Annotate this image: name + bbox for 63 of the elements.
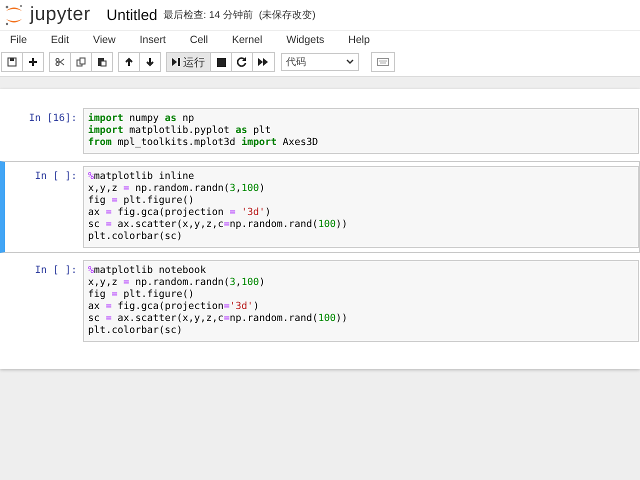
code-cell[interactable]: In [16]: import numpy as np import matplotlib.pyplot as plt from mpl_toolkits.mplot3d import Axes3D [0,103,640,159]
floppy-icon [7,57,17,67]
cell-type-dropdown[interactable]: 代码 [281,53,359,71]
chevron-icon [346,59,354,65]
checkpoint-text: 最后检查: 14 分钟前 [163,8,253,22]
plus-button[interactable] [22,52,44,72]
cell-prompt: In [16]: [28,112,78,124]
menu-item[interactable]: Insert [140,34,180,46]
code-cell[interactable]: In [ ]: %matplotlib notebook x,y,z = np.random.randn(3,100) fig = plt.figure() ax = fig.gca(projection='3d') sc = ax.scatter(x,y,z,c=np.random.rand(100)) plt.colorbar(sc) [0,255,640,347]
logo-text[interactable]: jupyter [30,4,91,26]
forward-button[interactable] [252,52,275,72]
cell-prompt: In [ ]: [34,264,78,276]
code-line: x,y,z = np.random.randn(3,100) [88,183,266,195]
code-input[interactable]: import numpy as np import matplotlib.pyplot as plt from mpl_toolkits.mplot3d import Axes3D [83,108,639,154]
paste-button[interactable] [91,52,113,72]
code-input[interactable]: %matplotlib notebook x,y,z = np.random.randn(3,100) fig = plt.figure() ax = fig.gca(projection='3d') sc = ax.scatter(x,y,z,c=np.random.rand(100)) plt.colorbar(sc) [83,260,639,342]
code-line: %matplotlib inline [88,171,196,183]
code-line: plt.colorbar(sc) [88,231,184,243]
code-cell[interactable]: In [ ]: %matplotlib inline x,y,z = np.random.randn(3,100) fig = plt.figure() ax = fig.gca(projection = '3d') sc = ax.scatter(x,y,z,c=np.random.rand(100)) plt.colorbar(sc) [0,161,640,253]
cut-button[interactable] [49,52,71,72]
code-line: %matplotlib notebook [88,265,207,277]
code-line: fig = plt.figure() [88,195,196,207]
clipboard-icon [97,57,107,67]
code-line: import matplotlib.pyplot as plt [88,125,272,137]
plus-icon [28,57,38,67]
fast-forward-icon [258,57,269,67]
menu-item[interactable]: Kernel [232,34,276,46]
stop-button[interactable] [210,52,232,72]
cell-prompt: In [ ]: [34,170,78,182]
up-button[interactable] [118,52,140,72]
code-line: ax = fig.gca(projection='3d') [88,301,260,313]
menu-item[interactable]: Widgets [286,34,338,46]
keyboard-button[interactable] [371,52,395,72]
code-line: x,y,z = np.random.randn(3,100) [88,277,266,289]
menu-item[interactable]: Help [348,34,384,46]
keyboard-icon [377,58,389,66]
save-status: (未保存改变) [258,8,316,22]
code-line: import numpy as np [88,113,196,125]
menu-item[interactable]: View [93,34,130,46]
copy-button[interactable] [70,52,92,72]
code-line: ax = fig.gca(projection = '3d') [88,207,272,219]
notebook-title[interactable]: Untitled [106,6,158,24]
save-button[interactable] [1,52,23,72]
step-icon [172,57,180,67]
code-line: plt.colorbar(sc) [88,325,184,337]
logo-icon [4,4,24,26]
up-arrow-icon [124,57,134,67]
scissors-icon [55,57,65,67]
menu-item[interactable]: Edit [50,34,84,46]
code-line: sc = ax.scatter(x,y,z,c=np.random.rand(100)) [88,313,349,325]
code-line: from mpl_toolkits.mplot3d import Axes3D [88,137,320,149]
down-arrow-icon [145,57,155,67]
refresh-icon [237,57,247,67]
down-button[interactable] [139,52,161,72]
menu-item[interactable]: Cell [190,34,222,46]
menu-item[interactable]: File [10,34,41,46]
code-line: sc = ax.scatter(x,y,z,c=np.random.rand(100)) [88,219,349,231]
restart-button[interactable] [231,52,253,72]
code-line: fig = plt.figure() [88,289,196,301]
square-icon [216,58,226,66]
run-button[interactable]: 运行 [166,52,211,72]
copy-icon [76,57,86,67]
code-input[interactable]: %matplotlib inline x,y,z = np.random.randn(3,100) fig = plt.figure() ax = fig.gca(projection = '3d') sc = ax.scatter(x,y,z,c=np.random.rand(100)) plt.colorbar(sc) [83,166,639,248]
